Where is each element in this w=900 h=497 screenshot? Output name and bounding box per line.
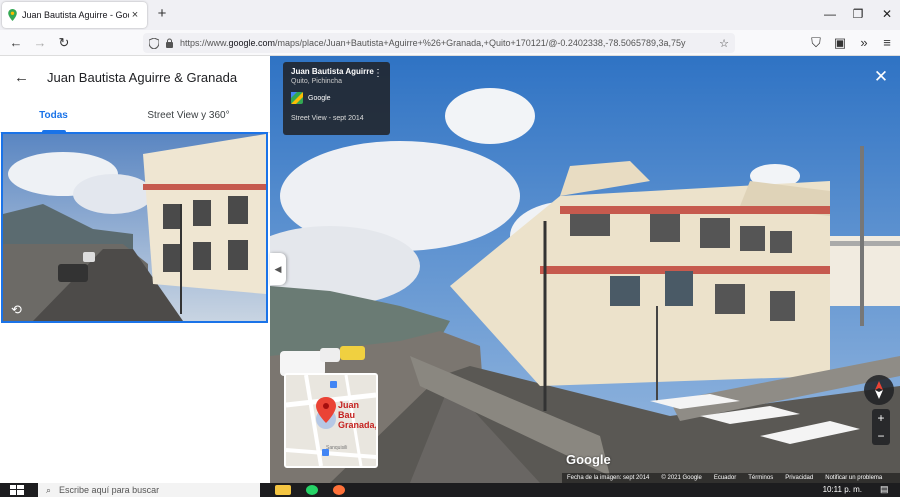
more-options-icon[interactable]: ⋮ — [373, 68, 383, 79]
hamburger-menu-icon[interactable]: ≡ — [877, 33, 897, 53]
footer-copyright: © 2021 Google — [661, 475, 702, 481]
overflow-chevron-icon[interactable]: » — [854, 33, 874, 53]
info-title: Juan Bautista Aguirre — [291, 67, 374, 76]
google-maps-icon — [291, 92, 303, 104]
info-provider: Google — [291, 92, 382, 104]
minimize-button[interactable]: — — [815, 4, 845, 24]
zoom-in-button[interactable]: + — [872, 409, 890, 427]
firefox-icon[interactable] — [333, 485, 345, 495]
footer-image-date: Fecha de la imagen: sept 2014 — [567, 475, 650, 481]
panel-title: Juan Bautista Aguirre & Granada — [47, 69, 238, 85]
shield-icon — [149, 37, 159, 49]
tab-title: Juan Bautista Aguirre - Google Maps — [22, 10, 129, 20]
windows-taskbar: ⌕ Escribe aquí para buscar 10:11 p. m. ▤ — [0, 483, 900, 497]
window-close-button[interactable]: ✕ — [872, 4, 900, 24]
info-subtitle: Quito, Pichincha — [291, 78, 342, 85]
footer-report-link[interactable]: Notificar un problema — [825, 473, 882, 483]
search-icon: ⌕ — [46, 484, 52, 495]
container-icon[interactable]: ▣ — [830, 33, 850, 53]
zoom-controls: + − — [872, 409, 890, 445]
info-date: Street View - sept 2014 — [291, 115, 364, 122]
footer-country: Ecuador — [713, 475, 737, 481]
panel-tabs: Todas Street View y 360° — [0, 98, 270, 133]
close-street-view-icon[interactable]: ✕ — [872, 68, 890, 86]
street-view-info-card: Juan Bautista Aguirre Quito, Pichincha G… — [283, 62, 390, 135]
bookmark-star-icon[interactable]: ☆ — [719, 37, 729, 50]
place-panel: ← Juan Bautista Aguirre & Granada Todas … — [0, 56, 270, 483]
browser-nav-bar: ← → ↻ https://www.google.com/maps/place/… — [0, 30, 900, 56]
compass-icon — [875, 381, 883, 399]
footer-privacy-link[interactable]: Privacidad — [785, 473, 813, 483]
footer-terms-link[interactable]: Términos — [748, 473, 773, 483]
tab-street-view-360[interactable]: Street View y 360° — [107, 98, 270, 132]
map-street-label: Sanquisili — [326, 445, 348, 451]
map-footer: Fecha de la imagen: sept 2014 © 2021 Goo… — [562, 473, 900, 483]
pocket-icon[interactable]: ⛉ — [806, 33, 826, 53]
street-view-thumbnail[interactable]: ⟲ — [1, 132, 268, 323]
browser-tab[interactable]: Juan Bautista Aguirre - Google Maps × — [2, 2, 147, 28]
new-tab-button[interactable]: + — [152, 4, 172, 24]
collapse-panel-button[interactable]: ◀ — [270, 253, 286, 285]
restore-button[interactable]: ❐ — [843, 4, 873, 24]
url-bar[interactable]: https://www.google.com/maps/place/Juan+B… — [143, 33, 735, 53]
360-rotate-icon: ⟲ — [11, 302, 22, 317]
zoom-out-button[interactable]: − — [872, 427, 890, 445]
compass-button[interactable] — [864, 375, 894, 405]
tab-close-icon[interactable]: × — [129, 9, 141, 21]
file-explorer-icon[interactable] — [275, 485, 291, 495]
panel-back-arrow-icon[interactable]: ← — [14, 69, 44, 86]
url-text: https://www.google.com/maps/place/Juan+B… — [180, 38, 686, 48]
browser-tab-bar: Juan Bautista Aguirre - Google Maps × + … — [0, 0, 900, 30]
mini-map[interactable]: Juan Bau Granada, Sanquisili — [284, 373, 378, 468]
map-label: Juan Bau Granada, — [338, 400, 378, 430]
taskbar-clock: 10:11 p. m. — [822, 485, 862, 494]
windows-start-icon[interactable] — [10, 485, 24, 495]
panel-header: ← Juan Bautista Aguirre & Granada — [0, 56, 270, 98]
reload-icon[interactable]: ↻ — [54, 33, 74, 53]
maps-pin-icon — [8, 9, 17, 21]
whatsapp-icon[interactable] — [306, 485, 318, 495]
taskbar-search[interactable]: ⌕ Escribe aquí para buscar — [38, 483, 260, 497]
notifications-icon[interactable]: ▤ — [880, 484, 892, 496]
lock-icon — [166, 38, 173, 48]
back-arrow-icon[interactable]: ← — [6, 33, 26, 53]
thumbnail-image — [3, 134, 266, 321]
tab-todas[interactable]: Todas — [0, 98, 107, 132]
forward-arrow-icon[interactable]: → — [30, 33, 50, 53]
google-watermark: Google — [566, 452, 611, 467]
